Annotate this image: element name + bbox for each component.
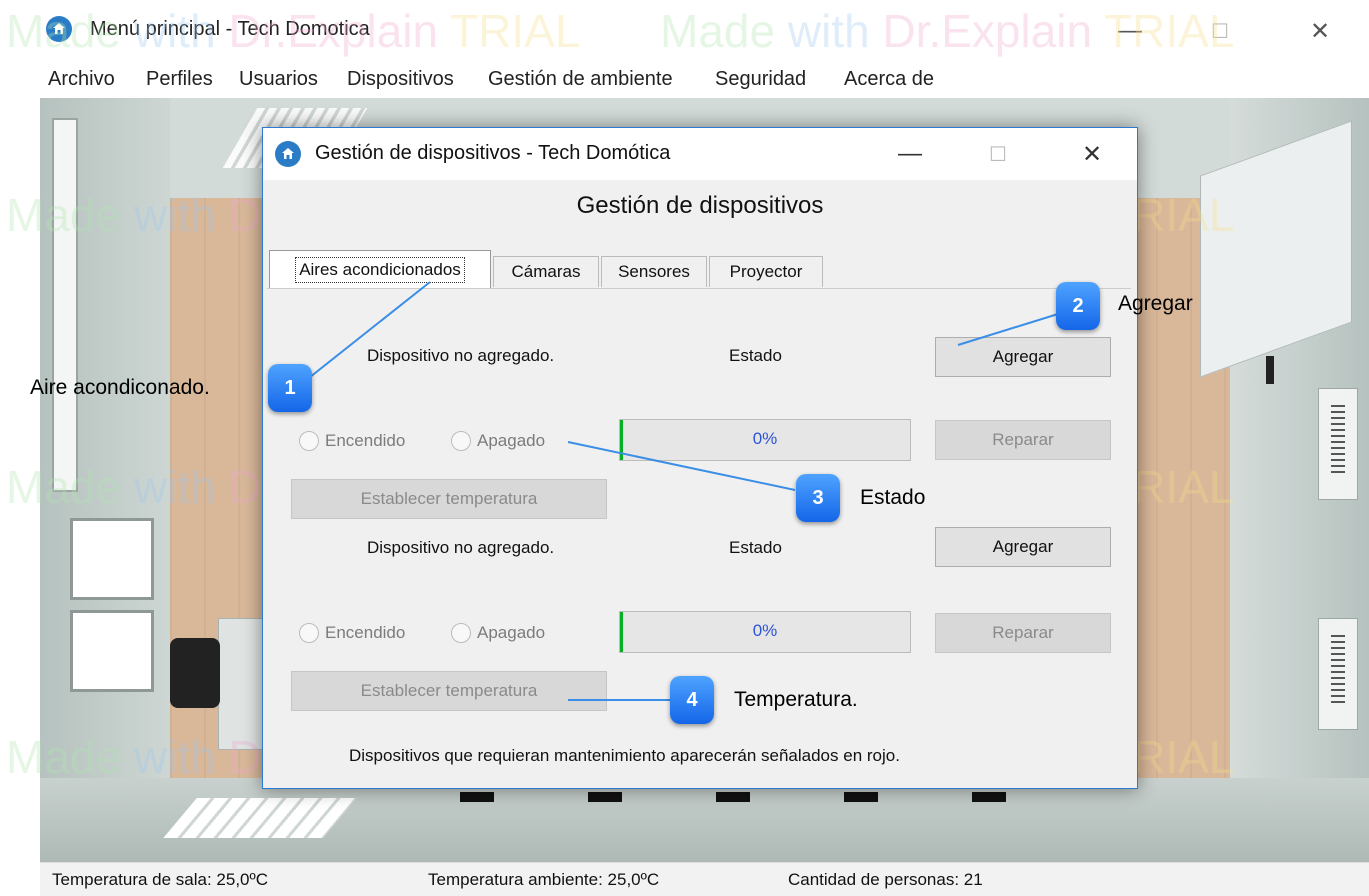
menu-usuarios[interactable]: Usuarios <box>239 68 318 91</box>
minimize-button[interactable]: — <box>1100 8 1160 54</box>
radio-circle <box>299 431 319 451</box>
on-radio-label: Encendido <box>325 431 406 450</box>
main-titlebar: Menú principal - Tech Domotica — ☐ ✕ <box>40 0 1369 62</box>
dialog-title: Gestión de dispositivos - Tech Domótica <box>315 142 671 164</box>
speaker <box>844 792 878 802</box>
menu-acerca-de[interactable]: Acerca de <box>844 68 934 91</box>
tab-label: Aires acondicionados <box>295 257 465 283</box>
menu-gestion-ambiente[interactable]: Gestión de ambiente <box>488 68 673 91</box>
on-radio[interactable]: Encendido <box>299 431 405 451</box>
set-temperature-button[interactable]: Establecer temperatura <box>291 671 607 711</box>
off-radio[interactable]: Apagado <box>451 431 545 451</box>
tab-sensores[interactable]: Sensores <box>601 256 707 287</box>
callout-text-2: Agregar <box>1118 292 1193 315</box>
callout-badge-1: 1 <box>268 364 312 412</box>
callout-text-4: Temperatura. <box>734 688 858 711</box>
device-status-text: Dispositivo no agregado. <box>367 538 555 557</box>
dialog-titlebar: Gestión de dispositivos - Tech Domótica … <box>263 128 1137 180</box>
app-home-icon <box>275 141 301 167</box>
chair <box>170 638 220 708</box>
device-status-text: Dispositivo no agregado. <box>367 346 555 365</box>
add-device-button[interactable]: Agregar <box>935 527 1111 567</box>
menubar: Archivo Perfiles Usuarios Dispositivos G… <box>40 62 1369 98</box>
room-window <box>70 518 154 600</box>
air-conditioner-unit <box>1318 388 1358 500</box>
state-progress-bar: 0% <box>619 611 911 653</box>
off-radio-label: Apagado <box>477 431 546 450</box>
floor-light <box>163 798 357 838</box>
off-radio-label: Apagado <box>477 623 546 642</box>
people-count-status: Cantidad de personas: 21 <box>788 870 983 889</box>
off-radio[interactable]: Apagado <box>451 623 545 643</box>
maintenance-note: Dispositivos que requieran mantenimiento… <box>349 746 900 765</box>
callout-badge-2: 2 <box>1056 282 1100 330</box>
dialog-close-button[interactable]: ✕ <box>1063 134 1121 174</box>
speaker <box>716 792 750 802</box>
callout-text-3: Estado <box>860 486 926 509</box>
speaker <box>972 792 1006 802</box>
callout-badge-4: 4 <box>670 676 714 724</box>
add-device-button[interactable]: Agregar <box>935 337 1111 377</box>
statusbar: Temperatura de sala: 25,0ºC Temperatura … <box>40 862 1369 896</box>
dialog-minimize-button[interactable]: — <box>881 134 939 174</box>
app-home-icon <box>46 16 72 42</box>
dialog-heading: Gestión de dispositivos <box>576 192 824 219</box>
on-radio-label: Encendido <box>325 623 406 642</box>
progress-text: 0% <box>752 621 778 640</box>
room-window <box>70 610 154 692</box>
repair-button[interactable]: Reparar <box>935 420 1111 460</box>
room-temperature-status: Temperatura de sala: 25,0ºC <box>52 870 268 889</box>
state-progress-bar: 0% <box>619 419 911 461</box>
radio-circle <box>299 623 319 643</box>
wall-switch <box>1266 356 1274 384</box>
close-button[interactable]: ✕ <box>1290 8 1350 54</box>
device-state-label: Estado <box>729 346 782 365</box>
callout-text-1: Aire acondiconado. <box>30 376 210 399</box>
tab-camaras[interactable]: Cámaras <box>493 256 599 287</box>
menu-dispositivos[interactable]: Dispositivos <box>347 68 454 91</box>
menu-archivo[interactable]: Archivo <box>48 68 115 91</box>
maximize-button[interactable]: ☐ <box>1190 8 1250 54</box>
radio-circle <box>451 431 471 451</box>
whiteboard <box>52 118 78 492</box>
set-temperature-button[interactable]: Establecer temperatura <box>291 479 607 519</box>
main-window-title: Menú principal - Tech Domotica <box>90 18 370 40</box>
on-radio[interactable]: Encendido <box>299 623 405 643</box>
radio-circle <box>451 623 471 643</box>
dialog-maximize-button[interactable]: ☐ <box>969 134 1027 174</box>
ambient-temperature-status: Temperatura ambiente: 25,0ºC <box>428 870 660 889</box>
progress-text: 0% <box>752 429 778 448</box>
air-conditioner-unit <box>1318 618 1358 730</box>
menu-perfiles[interactable]: Perfiles <box>146 68 213 91</box>
tab-aires-acondicionados[interactable]: Aires acondicionados <box>269 250 491 289</box>
repair-button[interactable]: Reparar <box>935 613 1111 653</box>
speaker <box>588 792 622 802</box>
menu-seguridad[interactable]: Seguridad <box>715 68 806 91</box>
device-state-label: Estado <box>729 538 782 557</box>
tab-proyector[interactable]: Proyector <box>709 256 823 287</box>
speaker <box>460 792 494 802</box>
callout-badge-3: 3 <box>796 474 840 522</box>
